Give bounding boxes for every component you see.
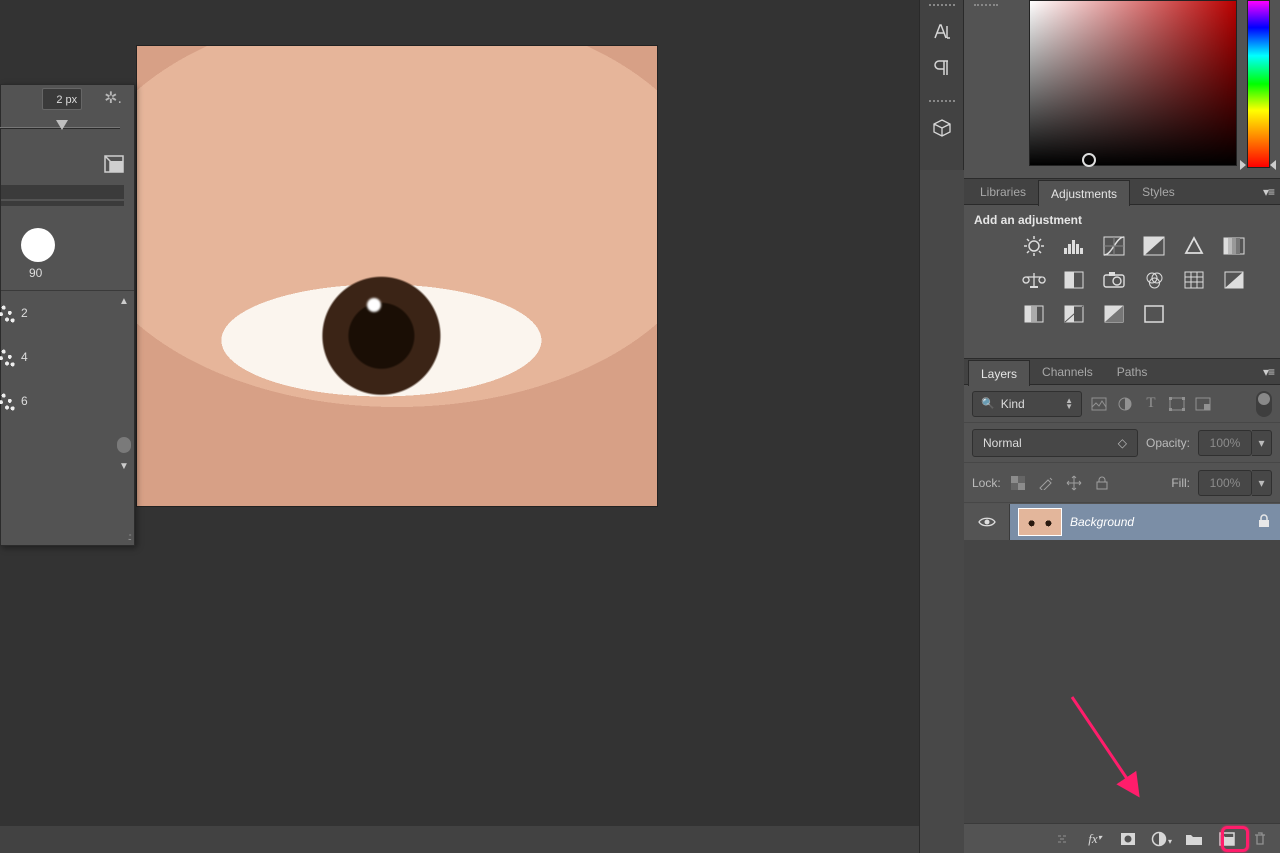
right-panel-column: Libraries Adjustments Styles ▾≡ Add an a… — [919, 0, 1280, 853]
selective-color-icon[interactable] — [1142, 303, 1166, 325]
blend-mode-select[interactable]: Normal ◇ — [972, 429, 1138, 457]
brush-preset[interactable]: 6 — [1, 379, 134, 423]
brush-preset-list[interactable]: 2 4 6 ▲ ▼ — [1, 290, 134, 478]
hue-slider[interactable] — [1247, 0, 1270, 168]
brush-size-slider[interactable] — [1, 117, 126, 139]
color-balance-icon[interactable] — [1022, 269, 1046, 291]
visibility-toggle-icon[interactable] — [964, 504, 1010, 540]
filter-shape-icon[interactable] — [1168, 395, 1186, 413]
dock-grab-icon[interactable] — [929, 100, 955, 106]
layer-thumbnail[interactable] — [1018, 508, 1062, 536]
scroll-thumb[interactable] — [117, 437, 131, 453]
hue-pointer-right-icon — [1270, 160, 1276, 170]
new-preset-icon[interactable] — [104, 155, 124, 173]
layer-row-background[interactable]: Background — [964, 504, 1280, 540]
adjustments-title: Add an adjustment — [964, 205, 1280, 233]
tab-paths[interactable]: Paths — [1105, 359, 1160, 385]
filter-kind-label: Kind — [1001, 397, 1025, 411]
brightness-contrast-icon[interactable] — [1022, 235, 1046, 257]
brush-preview — [21, 228, 55, 262]
status-bar — [0, 826, 919, 853]
3d-panel-icon[interactable] — [927, 114, 957, 142]
gradient-map-icon[interactable] — [1102, 303, 1126, 325]
new-adjustment-layer-icon[interactable]: ▾ — [1151, 829, 1171, 849]
layers-footer: fx▾ ▾ — [964, 823, 1280, 853]
search-icon: 🔍 — [981, 397, 995, 410]
gear-icon[interactable]: ✲. — [104, 91, 122, 107]
vibrance-icon[interactable] — [1182, 235, 1206, 257]
hue-saturation-icon[interactable] — [1222, 235, 1246, 257]
filter-type-icon[interactable]: T — [1142, 395, 1160, 413]
collapsed-dock[interactable] — [920, 0, 964, 170]
delete-layer-icon[interactable] — [1250, 829, 1270, 849]
threshold-icon[interactable] — [1062, 303, 1086, 325]
fill-input[interactable]: 100% — [1198, 470, 1252, 496]
paragraph-panel-icon[interactable] — [927, 54, 957, 82]
adjustments-tabbar: Libraries Adjustments Styles ▾≡ — [964, 179, 1280, 205]
lock-transparent-icon[interactable] — [1009, 474, 1027, 492]
adjustments-panel: Libraries Adjustments Styles ▾≡ Add an a… — [964, 179, 1280, 359]
lock-label: Lock: — [972, 476, 1001, 490]
filter-adjustment-icon[interactable] — [1116, 395, 1134, 413]
brush-options-panel[interactable]: 2 px ✲. 90 2 4 6 ▲ ▼ .:: — [0, 84, 135, 546]
invert-icon[interactable] — [1222, 269, 1246, 291]
document-canvas[interactable] — [136, 45, 658, 507]
new-group-icon[interactable] — [1184, 829, 1204, 849]
brush-hardness-field[interactable] — [1, 185, 124, 199]
color-lookup-icon[interactable] — [1182, 269, 1206, 291]
opacity-label: Opacity: — [1146, 436, 1190, 450]
brush-preset[interactable]: 4 — [1, 335, 134, 379]
preset-scrollbar[interactable]: ▲ ▼ — [116, 297, 132, 472]
fill-dropdown[interactable]: ▾ — [1252, 470, 1272, 496]
scroll-down-icon[interactable]: ▼ — [119, 462, 129, 472]
panel-menu-icon[interactable]: ▾≡ — [1263, 365, 1274, 379]
layers-tabbar: Layers Channels Paths ▾≡ — [964, 359, 1280, 385]
scroll-up-icon[interactable]: ▲ — [119, 297, 129, 307]
chevron-icon: ◇ — [1118, 436, 1127, 450]
color-panel[interactable] — [964, 0, 1280, 179]
lock-position-icon[interactable] — [1065, 474, 1083, 492]
blend-mode-label: Normal — [983, 436, 1022, 450]
lock-all-icon[interactable] — [1093, 474, 1111, 492]
fill-label: Fill: — [1171, 476, 1190, 490]
filter-toggle[interactable] — [1256, 391, 1272, 417]
color-field[interactable] — [1029, 0, 1237, 166]
add-mask-icon[interactable] — [1118, 829, 1138, 849]
levels-icon[interactable] — [1062, 235, 1086, 257]
brush-preset[interactable]: 2 — [1, 291, 134, 335]
canvas-area[interactable] — [0, 0, 919, 826]
tab-adjustments[interactable]: Adjustments — [1038, 180, 1130, 206]
black-white-icon[interactable] — [1062, 269, 1086, 291]
layer-list[interactable]: Background — [964, 504, 1280, 823]
lock-pixels-icon[interactable] — [1037, 474, 1055, 492]
filter-pixel-icon[interactable] — [1090, 395, 1108, 413]
layer-filter-kind[interactable]: 🔍 Kind ▲▼ — [972, 391, 1082, 417]
dock-grab-icon[interactable] — [929, 4, 955, 10]
opacity-dropdown[interactable]: ▾ — [1252, 430, 1272, 456]
brush-hardness-slider[interactable] — [1, 201, 124, 206]
panel-resize-handle[interactable]: .:: — [128, 532, 130, 543]
hue-pointer-left-icon — [1240, 160, 1246, 170]
tab-libraries[interactable]: Libraries — [968, 179, 1038, 205]
brush-size-input[interactable]: 2 px — [42, 88, 82, 110]
link-layers-icon[interactable] — [1052, 829, 1072, 849]
tab-layers[interactable]: Layers — [968, 360, 1030, 386]
channel-mixer-icon[interactable] — [1142, 269, 1166, 291]
filter-smart-icon[interactable] — [1194, 395, 1212, 413]
tab-channels[interactable]: Channels — [1030, 359, 1105, 385]
layer-lock-icon[interactable] — [1258, 514, 1270, 531]
character-panel-icon[interactable] — [927, 18, 957, 46]
photo-filter-icon[interactable] — [1102, 269, 1126, 291]
panel-menu-icon[interactable]: ▾≡ — [1263, 185, 1274, 199]
new-layer-icon[interactable] — [1217, 829, 1237, 849]
curves-icon[interactable] — [1102, 235, 1126, 257]
tab-styles[interactable]: Styles — [1130, 179, 1187, 205]
posterize-icon[interactable] — [1022, 303, 1046, 325]
opacity-input[interactable]: 100% — [1198, 430, 1252, 456]
brush-preview-size: 90 — [29, 266, 134, 280]
layer-fx-icon[interactable]: fx▾ — [1085, 829, 1105, 849]
layers-panel: Layers Channels Paths ▾≡ 🔍 Kind ▲▼ T — [964, 359, 1280, 853]
layer-name[interactable]: Background — [1070, 515, 1258, 529]
exposure-icon[interactable] — [1142, 235, 1166, 257]
